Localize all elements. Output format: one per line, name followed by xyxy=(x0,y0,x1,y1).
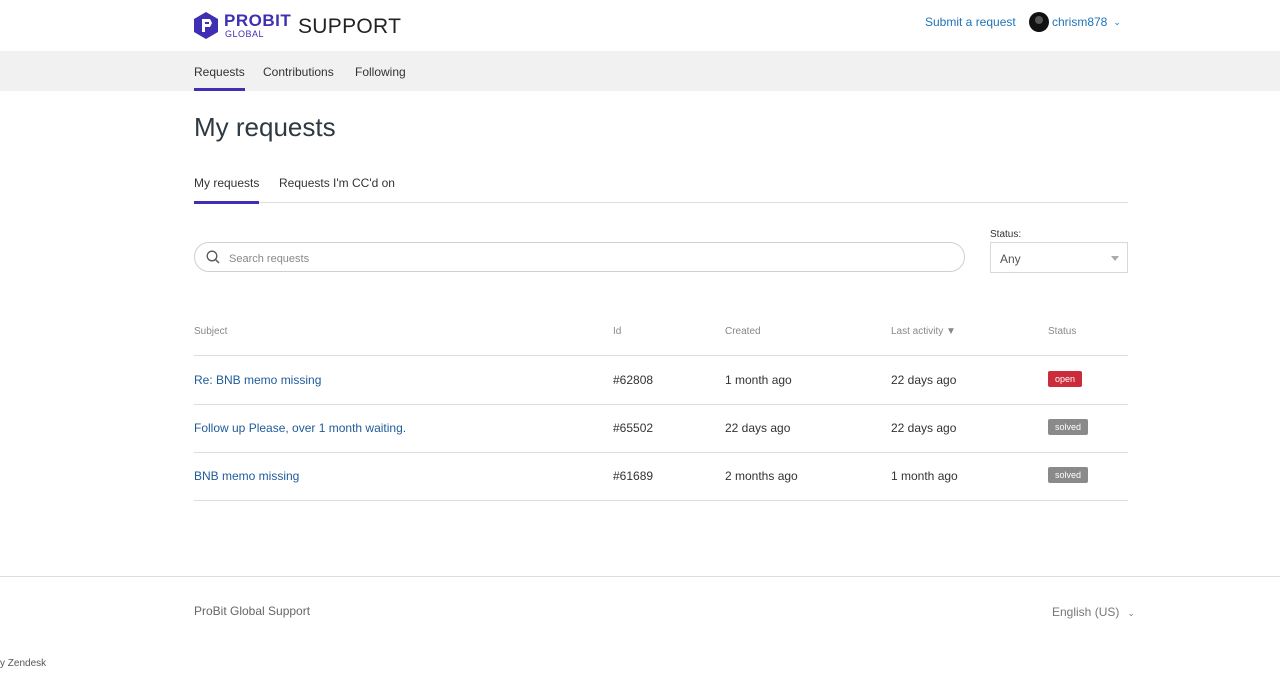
search-icon xyxy=(206,250,220,264)
logo-sub-text: GLOBAL xyxy=(225,29,265,39)
column-header-status: Status xyxy=(1048,326,1077,337)
request-created: 2 months ago xyxy=(725,469,798,483)
request-tabs: My requests Requests I'm CC'd on xyxy=(194,170,1128,204)
column-header-subject: Subject xyxy=(194,326,228,337)
request-created: 22 days ago xyxy=(725,421,791,435)
subnav-contributions[interactable]: Contributions xyxy=(263,65,334,79)
column-header-last-activity[interactable]: Last activity ▼ xyxy=(891,326,956,337)
header: PROBIT GLOBAL SUPPORT Submit a request c… xyxy=(0,0,1280,51)
status-badge: open xyxy=(1048,371,1083,387)
footer-divider xyxy=(0,576,1280,577)
table-row: BNB memo missing #61689 2 months ago 1 m… xyxy=(194,452,1128,501)
status-filter-label: Status: xyxy=(990,229,1022,240)
column-header-id: Id xyxy=(613,326,622,337)
search-box xyxy=(194,242,965,272)
logo-wordmark: PROBIT GLOBAL xyxy=(224,12,291,39)
support-title: SUPPORT xyxy=(298,15,402,38)
request-subject-link[interactable]: Follow up Please, over 1 month waiting. xyxy=(194,421,406,435)
request-subject-link[interactable]: BNB memo missing xyxy=(194,469,299,483)
brand-logo[interactable]: PROBIT GLOBAL xyxy=(194,12,291,39)
request-subject-link[interactable]: Re: BNB memo missing xyxy=(194,373,321,387)
status-select-value: Any xyxy=(1000,252,1021,266)
powered-by-zendesk[interactable]: y Zendesk xyxy=(0,658,46,669)
request-last-activity: 22 days ago xyxy=(891,421,957,435)
request-id: #62808 xyxy=(613,373,654,387)
request-id: #61689 xyxy=(613,469,654,483)
table-row: Re: BNB memo missing #62808 1 month ago … xyxy=(194,356,1128,405)
subnav-following[interactable]: Following xyxy=(355,65,406,79)
tab-my-requests[interactable]: My requests xyxy=(194,176,260,204)
footer-site-name[interactable]: ProBit Global Support xyxy=(194,604,310,618)
chevron-down-icon: ⌄ xyxy=(1113,16,1121,27)
status-badge: solved xyxy=(1048,419,1089,435)
request-id: #65502 xyxy=(613,421,654,435)
probit-logo-icon xyxy=(194,12,218,39)
request-created: 1 month ago xyxy=(725,373,792,387)
sort-desc-icon: ▼ xyxy=(946,326,956,337)
sub-navigation: Requests Contributions Following xyxy=(0,51,1280,91)
user-menu[interactable]: chrism878 ⌄ xyxy=(1029,12,1121,32)
language-label: English (US) xyxy=(1052,605,1120,619)
request-last-activity: 22 days ago xyxy=(891,373,957,387)
column-header-last-activity-label: Last activity xyxy=(891,326,944,337)
language-selector[interactable]: English (US) ⌄ xyxy=(1052,605,1135,619)
tab-cc-requests[interactable]: Requests I'm CC'd on xyxy=(279,176,395,190)
submit-request-link[interactable]: Submit a request xyxy=(925,15,1016,29)
status-select[interactable]: Any xyxy=(990,242,1128,273)
page-title: My requests xyxy=(194,112,336,142)
logo-brand-text: PROBIT xyxy=(224,11,292,30)
status-badge: solved xyxy=(1048,467,1089,483)
chevron-down-icon: ⌄ xyxy=(1127,608,1135,618)
table-row: Follow up Please, over 1 month waiting. … xyxy=(194,404,1128,453)
column-header-created: Created xyxy=(725,326,761,337)
search-input[interactable] xyxy=(227,249,951,269)
subnav-requests[interactable]: Requests xyxy=(194,65,245,91)
user-name: chrism878 xyxy=(1052,15,1108,29)
avatar xyxy=(1029,12,1049,32)
caret-down-icon xyxy=(1111,256,1119,261)
request-last-activity: 1 month ago xyxy=(891,469,958,483)
